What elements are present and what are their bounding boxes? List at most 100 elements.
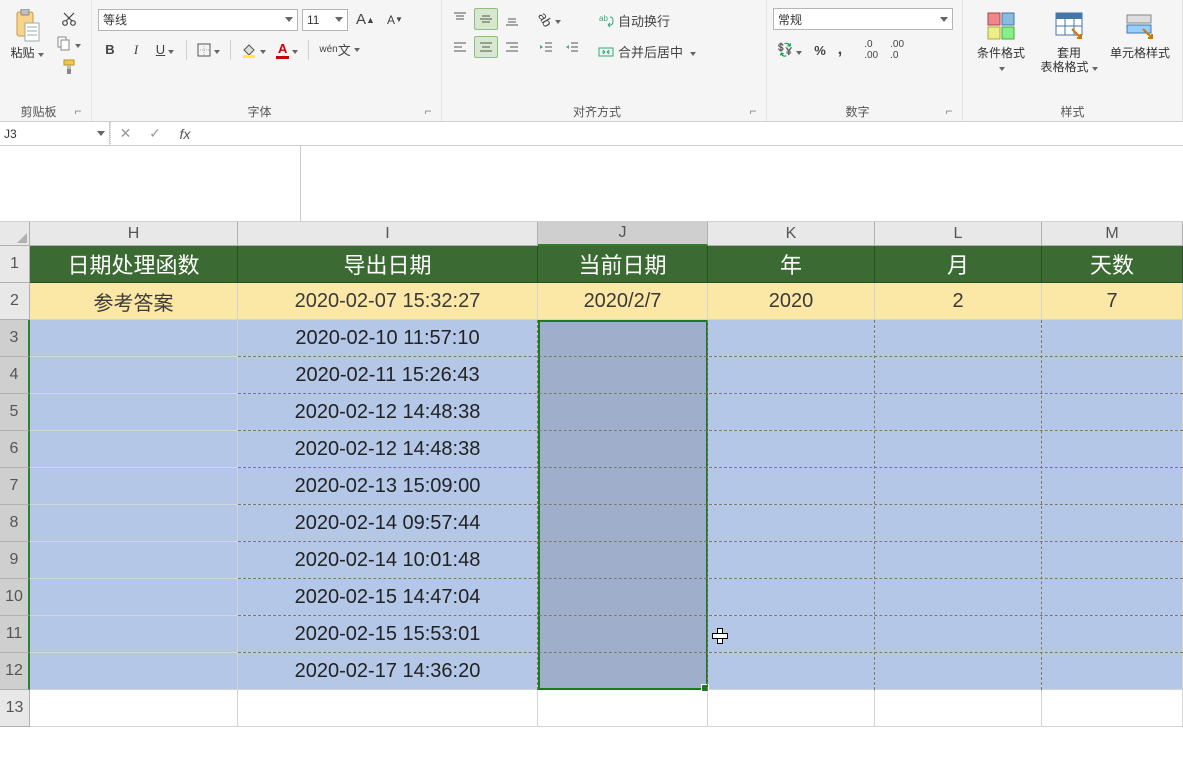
fill-color-button[interactable]: [237, 39, 270, 61]
cell-H9[interactable]: [30, 542, 238, 579]
cell-M3[interactable]: [1042, 320, 1183, 357]
cell-L9[interactable]: [875, 542, 1042, 579]
cell-J6[interactable]: [538, 431, 708, 468]
cell-J3[interactable]: [538, 320, 708, 357]
align-middle-button[interactable]: [474, 8, 498, 30]
cell-J13[interactable]: [538, 690, 708, 727]
percent-button[interactable]: %: [810, 40, 830, 61]
increase-indent-button[interactable]: [560, 36, 584, 58]
copy-button[interactable]: [52, 32, 85, 54]
cell-K12[interactable]: [708, 653, 875, 690]
cell-L11[interactable]: [875, 616, 1042, 653]
row-header-7[interactable]: 7: [0, 468, 30, 505]
paste-button[interactable]: 粘贴: [6, 4, 48, 62]
cell-K3[interactable]: [708, 320, 875, 357]
cell-H8[interactable]: [30, 505, 238, 542]
cell-I13[interactable]: [238, 690, 538, 727]
cell-styles-button[interactable]: 单元格样式: [1105, 4, 1175, 62]
row-header-4[interactable]: 4: [0, 357, 30, 394]
cell-K8[interactable]: [708, 505, 875, 542]
select-all-corner[interactable]: [0, 222, 30, 246]
cell-I7[interactable]: 2020-02-13 15:09:00: [238, 468, 538, 505]
column-header-J[interactable]: J: [538, 222, 708, 246]
cell-I12[interactable]: 2020-02-17 14:36:20: [238, 653, 538, 690]
insert-function-button[interactable]: fx: [170, 122, 200, 146]
cell-H4[interactable]: [30, 357, 238, 394]
enter-formula-button[interactable]: ✓: [140, 122, 170, 146]
row-header-10[interactable]: 10: [0, 579, 30, 616]
row-header-8[interactable]: 8: [0, 505, 30, 542]
cell-H10[interactable]: [30, 579, 238, 616]
cell-M8[interactable]: [1042, 505, 1183, 542]
cell-H7[interactable]: [30, 468, 238, 505]
increase-decimal-button[interactable]: .0.00: [860, 36, 882, 64]
font-name-combo[interactable]: 等线: [98, 9, 298, 31]
cancel-formula-button[interactable]: ✕: [110, 122, 140, 146]
align-center-button[interactable]: [474, 36, 498, 58]
decrease-decimal-button[interactable]: .00.0: [886, 36, 908, 64]
cell-M7[interactable]: [1042, 468, 1183, 505]
accounting-format-button[interactable]: 💱: [773, 39, 806, 61]
cell-I3[interactable]: 2020-02-10 11:57:10: [238, 320, 538, 357]
cell-I9[interactable]: 2020-02-14 10:01:48: [238, 542, 538, 579]
cell-M5[interactable]: [1042, 394, 1183, 431]
bold-button[interactable]: B: [98, 39, 122, 60]
cell-H3[interactable]: [30, 320, 238, 357]
underline-button[interactable]: U: [150, 39, 180, 60]
align-top-button[interactable]: [448, 8, 472, 30]
cell-M13[interactable]: [1042, 690, 1183, 727]
cell-L2[interactable]: 2: [875, 283, 1042, 320]
cell-L4[interactable]: [875, 357, 1042, 394]
column-header-H[interactable]: H: [30, 222, 238, 246]
cell-M12[interactable]: [1042, 653, 1183, 690]
cell-M6[interactable]: [1042, 431, 1183, 468]
cell-M4[interactable]: [1042, 357, 1183, 394]
cell-I11[interactable]: 2020-02-15 15:53:01: [238, 616, 538, 653]
number-format-combo[interactable]: 常规: [773, 8, 953, 30]
borders-button[interactable]: [193, 39, 224, 60]
cell-L1[interactable]: 月: [875, 246, 1042, 283]
column-header-M[interactable]: M: [1042, 222, 1183, 246]
cell-J8[interactable]: [538, 505, 708, 542]
decrease-indent-button[interactable]: [534, 36, 558, 58]
dialog-launcher-icon[interactable]: ⌐: [746, 104, 760, 118]
cell-J10[interactable]: [538, 579, 708, 616]
cell-J9[interactable]: [538, 542, 708, 579]
font-color-button[interactable]: A: [272, 38, 302, 62]
cell-H5[interactable]: [30, 394, 238, 431]
cell-I6[interactable]: 2020-02-12 14:48:38: [238, 431, 538, 468]
cell-M11[interactable]: [1042, 616, 1183, 653]
merge-center-button[interactable]: 合并后居中: [594, 39, 724, 64]
row-header-1[interactable]: 1: [0, 246, 30, 283]
cell-H12[interactable]: [30, 653, 238, 690]
cell-J4[interactable]: [538, 357, 708, 394]
dialog-launcher-icon[interactable]: ⌐: [71, 104, 85, 118]
cell-K6[interactable]: [708, 431, 875, 468]
cell-J5[interactable]: [538, 394, 708, 431]
cell-L12[interactable]: [875, 653, 1042, 690]
cell-I5[interactable]: 2020-02-12 14:48:38: [238, 394, 538, 431]
cell-M1[interactable]: 天数: [1042, 246, 1183, 283]
cell-K11[interactable]: [708, 616, 875, 653]
cell-L5[interactable]: [875, 394, 1042, 431]
cell-M10[interactable]: [1042, 579, 1183, 616]
cell-K2[interactable]: 2020: [708, 283, 875, 320]
format-as-table-button[interactable]: 套用 表格格式: [1035, 4, 1103, 76]
column-header-I[interactable]: I: [238, 222, 538, 246]
cell-M9[interactable]: [1042, 542, 1183, 579]
cell-L10[interactable]: [875, 579, 1042, 616]
cell-K4[interactable]: [708, 357, 875, 394]
row-header-11[interactable]: 11: [0, 616, 30, 653]
cell-K1[interactable]: 年: [708, 246, 875, 283]
align-right-button[interactable]: [500, 36, 524, 58]
cell-J2[interactable]: 2020/2/7: [538, 283, 708, 320]
cell-L8[interactable]: [875, 505, 1042, 542]
orientation-button[interactable]: ab: [534, 9, 565, 30]
cell-L7[interactable]: [875, 468, 1042, 505]
conditional-format-button[interactable]: 条件格式: [969, 4, 1033, 76]
row-header-9[interactable]: 9: [0, 542, 30, 579]
cell-K13[interactable]: [708, 690, 875, 727]
cell-L3[interactable]: [875, 320, 1042, 357]
increase-font-button[interactable]: A▲: [352, 8, 379, 31]
cell-I8[interactable]: 2020-02-14 09:57:44: [238, 505, 538, 542]
